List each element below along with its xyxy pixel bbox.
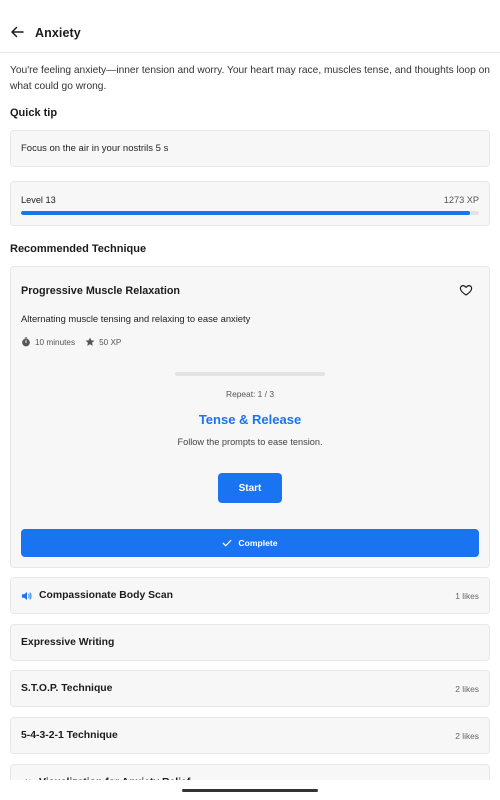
- back-arrow-icon[interactable]: [9, 24, 25, 40]
- likes-count: 2 likes: [455, 684, 479, 694]
- recommended-technique-card: Progressive Muscle Relaxation Alternatin…: [10, 266, 490, 568]
- list-item-compassionate-body-scan[interactable]: Compassionate Body Scan 1 likes: [10, 577, 490, 614]
- list-item-54321-technique[interactable]: 5-4-3-2-1 Technique 2 likes: [10, 717, 490, 754]
- level-label: Level 13: [21, 195, 56, 205]
- page-title: Anxiety: [35, 26, 81, 40]
- technique-title: Progressive Muscle Relaxation: [21, 285, 181, 297]
- xp-reward-text: 50 XP: [99, 337, 122, 347]
- technique-meta: 10 minutes 50 XP: [21, 337, 131, 347]
- repeat-progress-bar: [175, 372, 325, 376]
- duration-item: 10 minutes: [21, 337, 75, 347]
- emotion-description: You're feeling anxiety—inner tension and…: [10, 65, 490, 92]
- start-button[interactable]: Start: [218, 473, 282, 503]
- checkmark-icon: [223, 539, 232, 547]
- complete-button[interactable]: Complete: [21, 529, 479, 557]
- quick-tip-heading: Quick tip: [10, 107, 58, 119]
- technique-description: Alternating muscle tensing and relaxing …: [21, 313, 251, 324]
- complete-label: Complete: [238, 538, 278, 548]
- repeat-counter: Repeat: 1 / 3: [226, 389, 274, 399]
- xp-label: 1273 XP: [443, 195, 479, 205]
- list-item-label: Expressive Writing: [21, 637, 115, 648]
- list-item-expressive-writing[interactable]: Expressive Writing: [10, 624, 490, 661]
- likes-count: 2 likes: [455, 731, 479, 741]
- recommended-heading: Recommended Technique: [10, 243, 147, 255]
- timer-icon: [22, 337, 30, 347]
- level-progress-bar: [21, 211, 479, 215]
- exercise-hint: Follow the prompts to ease tension.: [177, 437, 323, 447]
- heart-icon[interactable]: [459, 283, 473, 297]
- list-item-stop-technique[interactable]: S.T.O.P. Technique 2 likes: [10, 670, 490, 707]
- list-item-label: 5-4-3-2-1 Technique: [21, 730, 118, 741]
- level-card: Level 13 1273 XP: [10, 181, 490, 226]
- exercise-name: Tense & Release: [198, 412, 302, 427]
- duration-text: 10 minutes: [35, 337, 76, 347]
- quick-tip-card: Focus on the air in your nostrils 5 s: [10, 130, 490, 167]
- xp-reward-item: 50 XP: [85, 337, 121, 347]
- quick-tip-text: Focus on the air in your nostrils 5 s: [21, 143, 169, 154]
- home-indicator: [182, 789, 318, 792]
- app-header: Anxiety: [0, 0, 500, 53]
- likes-count: 1 likes: [455, 591, 479, 601]
- level-progress-fill: [21, 211, 470, 215]
- list-item-label: Compassionate Body Scan: [39, 590, 173, 601]
- star-icon: [85, 337, 95, 346]
- list-item-label: S.T.O.P. Technique: [21, 683, 113, 694]
- speaker-icon: [22, 592, 32, 600]
